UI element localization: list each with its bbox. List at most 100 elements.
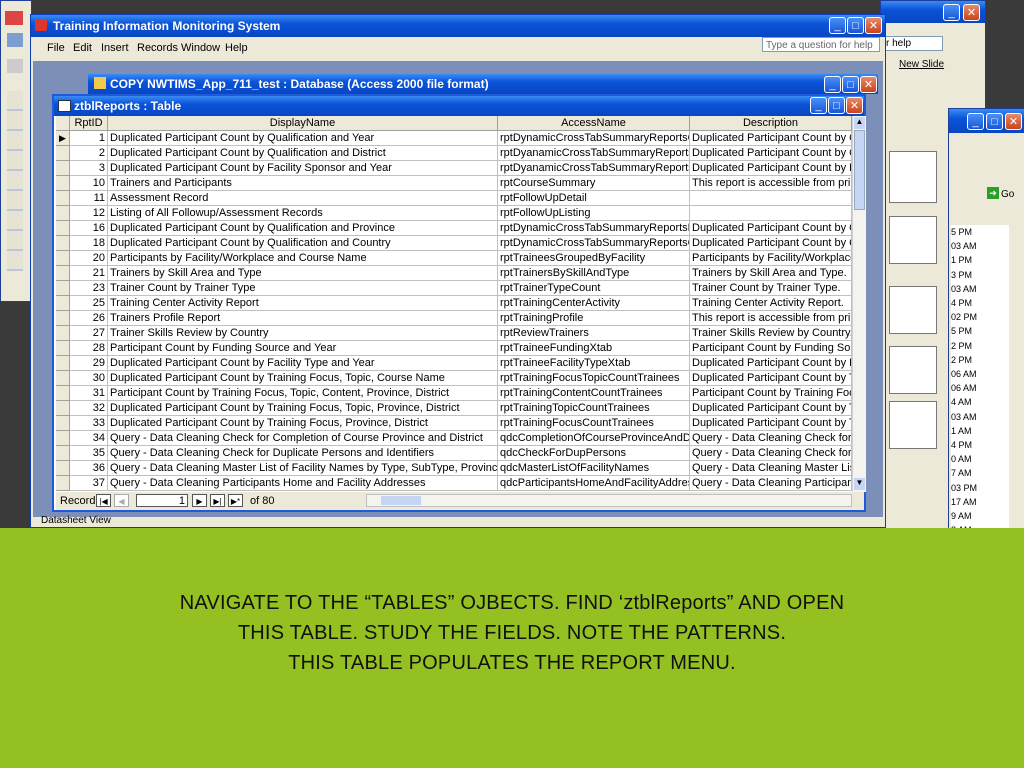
table-cell-description[interactable]: Participants by Facility/Workplace — [690, 251, 852, 266]
menu-edit[interactable]: Edit — [73, 42, 92, 54]
table-cell-rptid[interactable]: 21 — [70, 266, 108, 281]
datasheet-grid[interactable]: RptID DisplayName AccessName Description… — [56, 116, 852, 492]
table-cell-rptid[interactable]: 12 — [70, 206, 108, 221]
table-cell-displayname[interactable]: Training Center Activity Report — [108, 296, 498, 311]
table-cell-description[interactable]: Duplicated Participant Count by Q — [690, 146, 852, 161]
table-close-icon[interactable]: ✕ — [846, 97, 863, 114]
table-row[interactable]: 37 Query - Data Cleaning Participants Hom… — [56, 476, 852, 491]
table-cell-description[interactable] — [690, 206, 852, 221]
table-cell-rptid[interactable]: 18 — [70, 236, 108, 251]
table-cell-rptid[interactable]: 10 — [70, 176, 108, 191]
maximize-button[interactable]: □ — [986, 113, 1003, 130]
scroll-up-icon[interactable]: ▲ — [854, 117, 865, 129]
help-box[interactable]: r help — [885, 36, 943, 51]
table-cell-accessname[interactable]: rptFollowUpDetail — [498, 191, 690, 206]
table-cell-accessname[interactable]: rptTraineesGroupedByFacility — [498, 251, 690, 266]
table-row[interactable]: 28 Participant Count by Funding Source an… — [56, 341, 852, 356]
row-selector[interactable] — [56, 386, 70, 401]
table-cell-displayname[interactable]: Duplicated Participant Count by Training… — [108, 371, 498, 386]
table-cell-accessname[interactable]: rptDynamicCrossTabSummaryReportsQu — [498, 131, 690, 146]
table-cell-rptid[interactable]: 37 — [70, 476, 108, 491]
table-cell-displayname[interactable]: Query - Data Cleaning Participants Home … — [108, 476, 498, 491]
db-maximize-button[interactable]: □ — [842, 76, 859, 93]
table-cell-description[interactable]: Query - Data Cleaning Participants — [690, 476, 852, 491]
table-cell-rptid[interactable]: 33 — [70, 416, 108, 431]
table-cell-displayname[interactable]: Trainers and Participants — [108, 176, 498, 191]
file-list-item[interactable]: 5 PM — [951, 324, 1009, 338]
menu-window[interactable]: Window — [181, 42, 220, 54]
row-selector[interactable] — [56, 476, 70, 491]
table-row[interactable]: 31 Participant Count by Training Focus, T… — [56, 386, 852, 401]
menu-help[interactable]: Help — [225, 42, 248, 54]
row-selector[interactable] — [56, 341, 70, 356]
table-cell-rptid[interactable]: 32 — [70, 401, 108, 416]
file-list-item[interactable]: 9 AM — [951, 509, 1009, 523]
table-cell-accessname[interactable]: rptDynamicCrossTabSummaryReportsCo — [498, 236, 690, 251]
column-header-rptid[interactable]: RptID — [70, 116, 108, 131]
file-list-item[interactable]: 1 AM — [951, 424, 1009, 438]
row-selector[interactable] — [56, 236, 70, 251]
file-list-item[interactable]: 03 AM — [951, 282, 1009, 296]
slide-thumbnail[interactable] — [889, 346, 937, 394]
file-list-item[interactable]: 4 AM — [951, 395, 1009, 409]
file-list[interactable]: 5 PM 03 AM 1 PM 3 PM 03 AM 4 PM 02 PM 5 PM 2 PM 2… — [951, 225, 1009, 528]
table-cell-rptid[interactable]: 20 — [70, 251, 108, 266]
table-cell-description[interactable]: Trainers by Skill Area and Type. — [690, 266, 852, 281]
menu-insert[interactable]: Insert — [101, 42, 129, 54]
current-record-input[interactable]: 1 — [136, 494, 188, 507]
row-selector[interactable] — [56, 401, 70, 416]
table-cell-description[interactable]: Query - Data Cleaning Master List — [690, 461, 852, 476]
table-row[interactable]: 29 Duplicated Participant Count by Facili… — [56, 356, 852, 371]
table-row[interactable]: 30 Duplicated Participant Count by Traini… — [56, 371, 852, 386]
minimize-button[interactable]: _ — [829, 17, 846, 34]
scroll-down-icon[interactable]: ▼ — [854, 478, 865, 490]
row-selector[interactable] — [56, 281, 70, 296]
table-row[interactable]: ▶ 1 Duplicated Participant Count by Qualif… — [56, 131, 852, 146]
table-cell-displayname[interactable]: Duplicated Participant Count by Qualific… — [108, 146, 498, 161]
table-row[interactable]: 25 Training Center Activity Report rptTrai… — [56, 296, 852, 311]
table-cell-displayname[interactable]: Duplicated Participant Count by Facility… — [108, 356, 498, 371]
minimize-button[interactable]: _ — [943, 4, 960, 21]
table-cell-accessname[interactable]: rptTrainersBySkillAndType — [498, 266, 690, 281]
table-row[interactable]: 27 Trainer Skills Review by Country rptRev… — [56, 326, 852, 341]
column-header-displayname[interactable]: DisplayName — [108, 116, 498, 131]
table-row[interactable]: 33 Duplicated Participant Count by Traini… — [56, 416, 852, 431]
row-selector[interactable] — [56, 371, 70, 386]
table-cell-accessname[interactable]: rptFollowUpListing — [498, 206, 690, 221]
table-cell-description[interactable]: Participant Count by Funding Sour — [690, 341, 852, 356]
table-cell-rptid[interactable]: 11 — [70, 191, 108, 206]
table-cell-description[interactable]: Duplicated Participant Count by Tr — [690, 371, 852, 386]
table-cell-rptid[interactable]: 26 — [70, 311, 108, 326]
table-cell-accessname[interactable]: rptTraineeFundingXtab — [498, 341, 690, 356]
table-cell-accessname[interactable]: rptTrainingFocusTopicCountTrainees — [498, 371, 690, 386]
table-cell-rptid[interactable]: 29 — [70, 356, 108, 371]
close-icon[interactable]: ✕ — [1005, 113, 1022, 130]
table-cell-rptid[interactable]: 25 — [70, 296, 108, 311]
row-selector[interactable] — [56, 206, 70, 221]
toolbar-icon-column[interactable] — [7, 91, 23, 271]
file-list-item[interactable]: 4 PM — [951, 296, 1009, 310]
column-header-accessname[interactable]: AccessName — [498, 116, 690, 131]
table-cell-displayname[interactable]: Duplicated Participant Count by Qualific… — [108, 236, 498, 251]
row-selector[interactable] — [56, 266, 70, 281]
table-cell-displayname[interactable]: Duplicated Participant Count by Qualific… — [108, 131, 498, 146]
table-row[interactable]: 3 Duplicated Participant Count by Facilit… — [56, 161, 852, 176]
table-cell-displayname[interactable]: Query - Data Cleaning Check for Completi… — [108, 431, 498, 446]
table-cell-accessname[interactable]: rptCourseSummary — [498, 176, 690, 191]
table-cell-displayname[interactable]: Duplicated Participant Count by Facility… — [108, 161, 498, 176]
table-cell-description[interactable]: This report is accessible from print — [690, 311, 852, 326]
table-cell-accessname[interactable]: rptDyanamicCrossTabSummaryReportsY — [498, 146, 690, 161]
table-cell-displayname[interactable]: Trainers Profile Report — [108, 311, 498, 326]
table-cell-displayname[interactable]: Duplicated Participant Count by Training… — [108, 416, 498, 431]
table-cell-description[interactable]: Training Center Activity Report. — [690, 296, 852, 311]
table-maximize-button[interactable]: □ — [828, 97, 845, 114]
table-cell-description[interactable]: Duplicated Participant Count by Tr — [690, 416, 852, 431]
file-list-item[interactable]: 02 PM — [951, 310, 1009, 324]
table-cell-displayname[interactable]: Query - Data Cleaning Master List of Fac… — [108, 461, 498, 476]
first-record-button[interactable]: |◀ — [96, 494, 111, 507]
go-arrow-icon[interactable]: ➔ — [987, 187, 999, 199]
row-selector[interactable] — [56, 326, 70, 341]
table-cell-accessname[interactable]: rptTrainingContentCountTrainees — [498, 386, 690, 401]
file-list-item[interactable]: 0 AM — [951, 452, 1009, 466]
row-selector[interactable] — [56, 356, 70, 371]
